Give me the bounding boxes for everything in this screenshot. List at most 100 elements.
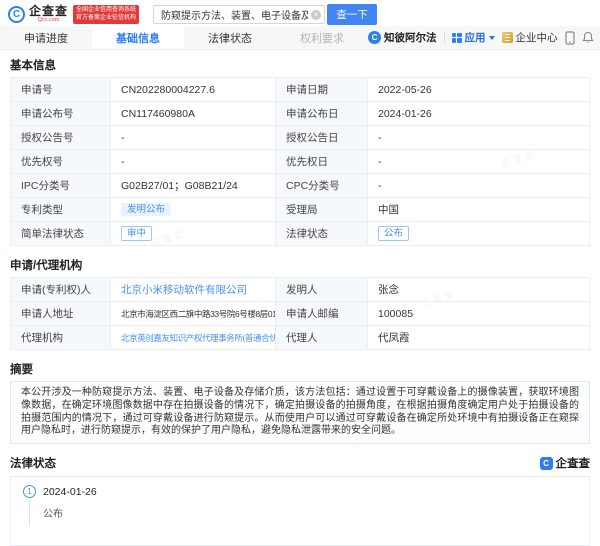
table-row: 申请号 CN202280004227.6 申请日期 2022-05-26 — [11, 78, 589, 102]
field-value: - — [368, 150, 589, 173]
enterprise-center-link[interactable]: 企业中心 — [502, 30, 558, 45]
top-header: C 企查查 Qcc.com 全国企业信用查询系统 官方备案企业征信机构 × 查一… — [0, 0, 600, 26]
qcc-brand[interactable]: 企查查 Qcc.com — [29, 5, 68, 24]
field-value: 北京小米移动软件有限公司 — [111, 278, 276, 301]
field-value: 北京英创嘉友知识产权代理事务所(普通合伙) — [111, 326, 276, 349]
mobile-phone-icon[interactable] — [565, 31, 575, 45]
legal-status-header: 法律状态 C 企查查 — [10, 455, 590, 471]
field-value: CN117460980A — [111, 102, 276, 125]
table-row: 申请公布号 CN117460980A 申请公布日 2024-01-26 — [11, 102, 589, 126]
search-button[interactable]: 查一下 — [327, 4, 377, 25]
abstract-text: 本公开涉及一种防窥提示方法、装置、电子设备及存储介质，该方法包括：通过设置于可穿… — [10, 381, 590, 444]
status-badge: 审中 — [121, 226, 152, 241]
search-bar: × 查一下 — [153, 4, 377, 25]
search-input[interactable] — [153, 5, 325, 24]
enterprise-icon — [502, 32, 513, 43]
section-title-basic: 基本信息 — [10, 57, 590, 73]
clear-icon[interactable]: × — [311, 10, 321, 20]
table-row: 授权公告号 - 授权公告日 - — [11, 126, 589, 150]
table-row: 优先权号 - 优先权日 - — [11, 150, 589, 174]
field-value: G02B27/01；G08B21/24 — [111, 174, 276, 197]
tab-bar: 申请进度 基础信息 法律状态 权利要求 C 知彼阿尔法 应用 企业中心 同步 S… — [0, 26, 600, 50]
status-badge: 公布 — [378, 226, 409, 241]
bell-icon[interactable] — [582, 31, 594, 44]
table-row: 申请人地址 北京市海淀区西二旗中路33号院6号楼8层018号 申请人邮编 100… — [11, 302, 589, 326]
qcc-footer-logo-icon: C — [540, 457, 553, 470]
field-label: 简单法律状态 — [11, 222, 111, 245]
field-label: 申请号 — [11, 78, 111, 101]
enterprise-label: 企业中心 — [516, 30, 558, 45]
table-row: 简单法律状态 审中 法律状态 公布 — [11, 222, 589, 246]
badge-line1: 全国企业信用查询系统 — [76, 7, 136, 15]
field-label: 代理机构 — [11, 326, 111, 349]
applicant-link[interactable]: 北京小米移动软件有限公司 — [121, 282, 247, 297]
timeline-item: 1 2024-01-26 公布 — [23, 485, 577, 526]
field-label: 优先权日 — [276, 150, 368, 173]
tab-claims[interactable]: 权利要求 — [276, 26, 368, 49]
brand-domain: Qcc.com — [29, 18, 68, 24]
certification-badge: 全国企业信用查询系统 官方备案企业征信机构 — [73, 5, 139, 25]
qcc-footer-brand[interactable]: C 企查查 — [540, 455, 591, 471]
apps-grid-icon — [452, 33, 462, 43]
field-label: 授权公告号 — [11, 126, 111, 149]
field-value: - — [368, 126, 589, 149]
agency-link[interactable]: 北京英创嘉友知识产权代理事务所(普通合伙) — [121, 332, 276, 344]
field-value: 100085 — [368, 302, 589, 325]
tab-legal-status[interactable]: 法律状态 — [184, 26, 276, 49]
field-label: 授权公告日 — [276, 126, 368, 149]
field-label: 申请日期 — [276, 78, 368, 101]
section-title-agency: 申请/代理机构 — [10, 257, 590, 273]
tab-basic-info[interactable]: 基础信息 — [92, 26, 184, 49]
field-label: 发明人 — [276, 278, 368, 301]
legal-status-timeline: 1 2024-01-26 公布 — [10, 476, 590, 546]
field-label: 申请公布日 — [276, 102, 368, 125]
apps-label: 应用 — [465, 30, 486, 45]
timeline-index-badge: 1 — [23, 485, 36, 498]
field-value: - — [111, 126, 276, 149]
field-label: 申请人邮编 — [276, 302, 368, 325]
section-title-legal: 法律状态 — [10, 455, 56, 471]
patent-type-tag: 发明公布 — [121, 203, 171, 217]
field-label: 申请(专利权)人 — [11, 278, 111, 301]
field-label: 法律状态 — [276, 222, 368, 245]
table-row: 申请(专利权)人 北京小米移动软件有限公司 发明人 张念 — [11, 278, 589, 302]
timeline-date: 2024-01-26 — [43, 486, 97, 498]
field-value: 张念 — [368, 278, 589, 301]
header-tools: C 知彼阿尔法 应用 企业中心 同步 SVIP 会员服务 — [368, 26, 600, 49]
field-value: 北京市海淀区西二旗中路33号院6号楼8层018号 — [111, 302, 276, 325]
field-value: 审中 — [111, 222, 276, 245]
timeline-head: 1 2024-01-26 — [23, 485, 577, 498]
field-label: IPC分类号 — [11, 174, 111, 197]
timeline-status: 公布 — [29, 500, 577, 526]
qcc-logo-icon[interactable]: C — [8, 6, 25, 23]
field-value: 2024-01-26 — [368, 102, 589, 125]
field-value: 中国 — [368, 198, 589, 221]
qcc-footer-label: 企查查 — [556, 455, 591, 471]
main-content: 基本信息 申请号 CN202280004227.6 申请日期 2022-05-2… — [0, 57, 600, 546]
agency-table: 申请(专利权)人 北京小米移动软件有限公司 发明人 张念 申请人地址 北京市海淀… — [10, 277, 590, 350]
field-label: 优先权号 — [11, 150, 111, 173]
field-label: CPC分类号 — [276, 174, 368, 197]
field-value: 2022-05-26 — [368, 78, 589, 101]
divider — [444, 32, 445, 44]
chevron-down-icon — [489, 36, 495, 40]
zhibi-alpha-link[interactable]: C 知彼阿尔法 — [368, 30, 437, 45]
field-value: 代凤霞 — [368, 326, 589, 349]
field-value: - — [368, 174, 589, 197]
field-value: CN202280004227.6 — [111, 78, 276, 101]
apps-menu[interactable]: 应用 — [452, 30, 495, 45]
section-title-abstract: 摘要 — [10, 361, 590, 377]
table-row: 代理机构 北京英创嘉友知识产权代理事务所(普通合伙) 代理人 代凤霞 — [11, 326, 589, 350]
table-row: IPC分类号 G02B27/01；G08B21/24 CPC分类号 - — [11, 174, 589, 198]
field-label: 受理局 — [276, 198, 368, 221]
field-label: 申请公布号 — [11, 102, 111, 125]
zhibi-label: 知彼阿尔法 — [384, 30, 437, 45]
table-row: 专利类型 发明公布 受理局 中国 — [11, 198, 589, 222]
field-label: 代理人 — [276, 326, 368, 349]
field-value: 发明公布 — [111, 198, 276, 221]
field-value: 公布 — [368, 222, 589, 245]
zhibi-logo-icon: C — [368, 31, 381, 44]
field-label: 专利类型 — [11, 198, 111, 221]
field-label: 申请人地址 — [11, 302, 111, 325]
tab-application-progress[interactable]: 申请进度 — [0, 26, 92, 49]
